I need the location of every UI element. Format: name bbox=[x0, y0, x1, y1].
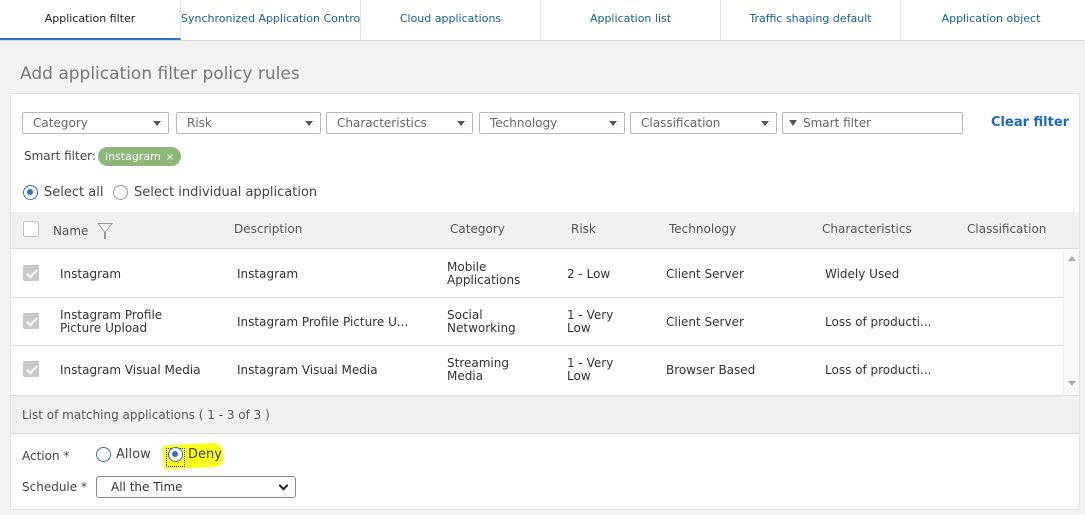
tab-application-filter[interactable]: Application filter bbox=[0, 0, 181, 40]
policy-rules-panel: Category Risk Characteristics Technology… bbox=[10, 93, 1080, 510]
select-all-option[interactable]: Select all bbox=[23, 185, 103, 200]
row-description: Instagram Visual Media bbox=[237, 364, 378, 377]
column-header-risk: Risk bbox=[571, 222, 596, 236]
chevron-down-icon bbox=[278, 480, 289, 491]
chevron-down-icon bbox=[457, 121, 465, 126]
row-category-line1: Streaming bbox=[447, 357, 509, 370]
matching-applications-count: List of matching applications ( 1 - 3 of… bbox=[11, 395, 1079, 434]
column-header-technology: Technology bbox=[669, 222, 737, 236]
row-characteristics: Loss of producti... bbox=[825, 364, 932, 377]
select-individual-label: Select individual application bbox=[134, 185, 318, 200]
smart-filter-label: Smart filter: bbox=[24, 149, 96, 163]
allow-radio[interactable] bbox=[96, 447, 111, 462]
filter-icon bbox=[789, 119, 797, 126]
chevron-down-icon bbox=[153, 121, 161, 126]
allow-label: Allow bbox=[116, 447, 151, 462]
classification-filter-dropdown[interactable]: Classification bbox=[630, 112, 777, 134]
close-icon[interactable]: × bbox=[166, 152, 174, 163]
scroll-up-icon[interactable] bbox=[1068, 256, 1076, 261]
action-label: Action * bbox=[22, 449, 70, 463]
characteristics-filter-dropdown[interactable]: Characteristics bbox=[326, 112, 473, 134]
table-row[interactable]: Instagram Profile Picture Upload Instagr… bbox=[11, 298, 1063, 346]
row-risk-line1: 1 - Very bbox=[567, 309, 614, 322]
filter-icon[interactable] bbox=[97, 223, 113, 239]
select-all-radio[interactable] bbox=[23, 185, 38, 200]
chip-label: instagram bbox=[105, 150, 161, 163]
row-category-line2: Media bbox=[447, 370, 484, 383]
tab-application-list[interactable]: Application list bbox=[541, 0, 721, 40]
row-category-line2: Applications bbox=[447, 274, 521, 287]
column-header-description: Description bbox=[234, 222, 303, 236]
technology-filter-dropdown[interactable]: Technology bbox=[479, 112, 625, 134]
row-name-line1: Instagram Profile bbox=[60, 309, 163, 322]
chevron-down-icon bbox=[761, 121, 769, 126]
scroll-down-icon[interactable] bbox=[1068, 381, 1076, 386]
schedule-value: All the Time bbox=[111, 480, 183, 494]
row-checkbox[interactable] bbox=[23, 361, 39, 377]
row-category-line1: Social bbox=[447, 309, 483, 322]
category-filter-label: Category bbox=[33, 116, 88, 130]
table-scrollbar[interactable] bbox=[1063, 250, 1079, 394]
column-header-name[interactable]: Name bbox=[53, 224, 88, 238]
row-category-line1: Mobile bbox=[447, 261, 487, 274]
select-all-label: Select all bbox=[44, 185, 104, 200]
row-checkbox[interactable] bbox=[23, 265, 39, 281]
page-title: Add application filter policy rules bbox=[20, 64, 300, 84]
allow-option[interactable]: Allow bbox=[96, 447, 151, 462]
row-technology: Browser Based bbox=[666, 364, 756, 377]
deny-label: Deny bbox=[188, 447, 222, 462]
row-risk-line2: Low bbox=[567, 322, 591, 335]
row-risk-line1: 1 - Very bbox=[567, 357, 614, 370]
tab-cloud-applications[interactable]: Cloud applications bbox=[361, 0, 541, 40]
row-description: Instagram bbox=[237, 268, 299, 281]
row-characteristics: Widely Used bbox=[825, 268, 900, 281]
row-risk: 2 - Low bbox=[567, 268, 611, 281]
chevron-down-icon bbox=[609, 121, 617, 126]
technology-filter-label: Technology bbox=[490, 116, 558, 130]
classification-filter-label: Classification bbox=[641, 116, 721, 130]
row-name: Instagram Visual Media bbox=[60, 364, 201, 377]
category-filter-dropdown[interactable]: Category bbox=[22, 112, 169, 134]
smart-filter-placeholder: Smart filter bbox=[803, 116, 872, 130]
row-name: Instagram bbox=[60, 268, 122, 281]
column-header-classification: Classification bbox=[967, 222, 1047, 236]
deny-option[interactable]: Deny bbox=[168, 447, 222, 462]
smart-filter-chip: instagram × bbox=[98, 147, 182, 166]
row-technology: Client Server bbox=[666, 316, 744, 329]
select-individual-radio[interactable] bbox=[113, 185, 128, 200]
characteristics-filter-label: Characteristics bbox=[337, 116, 427, 130]
row-name-line2: Picture Upload bbox=[60, 322, 148, 335]
row-technology: Client Server bbox=[666, 268, 744, 281]
clear-filter-link[interactable]: Clear filter bbox=[991, 115, 1069, 130]
tab-application-object[interactable]: Application object bbox=[901, 0, 1081, 40]
row-characteristics: Loss of producti... bbox=[825, 316, 932, 329]
row-checkbox[interactable] bbox=[23, 313, 39, 329]
tab-traffic-shaping-default[interactable]: Traffic shaping default bbox=[721, 0, 901, 40]
row-risk-line2: Low bbox=[567, 370, 591, 383]
deny-radio[interactable] bbox=[168, 447, 183, 462]
schedule-label: Schedule * bbox=[22, 480, 87, 494]
select-all-checkbox[interactable] bbox=[23, 221, 39, 237]
column-header-characteristics: Characteristics bbox=[822, 222, 912, 236]
table-row[interactable]: Instagram Visual Media Instagram Visual … bbox=[11, 346, 1063, 394]
tab-synchronized-application-control[interactable]: Synchronized Application Control bbox=[181, 0, 361, 40]
risk-filter-label: Risk bbox=[187, 116, 212, 130]
risk-filter-dropdown[interactable]: Risk bbox=[176, 112, 321, 134]
smart-filter-input[interactable]: Smart filter bbox=[782, 112, 963, 134]
row-category-line2: Networking bbox=[447, 322, 516, 335]
table-header: Name Description Category Risk Technolog… bbox=[11, 212, 1079, 249]
row-description: Instagram Profile Picture U... bbox=[237, 316, 409, 329]
table-row[interactable]: Instagram Instagram Mobile Applications … bbox=[11, 250, 1063, 298]
column-header-category: Category bbox=[450, 222, 505, 236]
select-individual-option[interactable]: Select individual application bbox=[113, 185, 317, 200]
schedule-select[interactable]: All the Time bbox=[96, 476, 296, 498]
chevron-down-icon bbox=[305, 121, 313, 126]
tab-bar: Application filter Synchronized Applicat… bbox=[0, 0, 1085, 41]
